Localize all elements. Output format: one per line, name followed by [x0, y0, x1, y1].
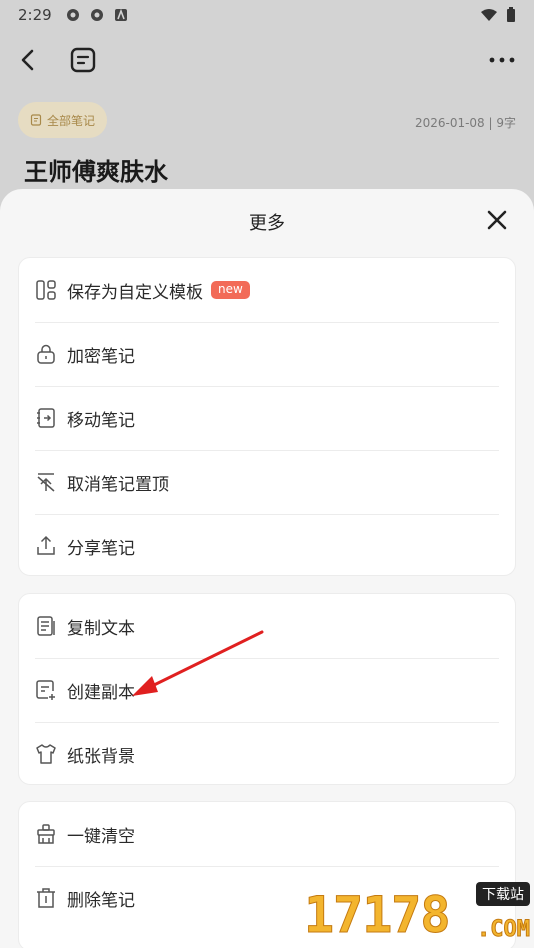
more-options-icon[interactable] — [488, 50, 516, 70]
back-icon[interactable] — [14, 44, 42, 76]
menu-item-label: 纸张背景 — [67, 746, 135, 767]
create-copy-icon — [36, 680, 55, 700]
template-icon — [36, 280, 56, 300]
watermark-logo: 17178 下载站 .COM — [304, 882, 531, 945]
menu-item-label: 加密笔记 — [67, 346, 135, 367]
menu-group-content: 复制文本 创建副本 纸张背景 — [18, 593, 516, 785]
watermark-badge: 下载站 — [476, 882, 530, 906]
app-notification-icon — [90, 9, 103, 21]
trash-icon — [37, 888, 55, 908]
copy-text-item[interactable]: 复制文本 — [19, 594, 515, 658]
status-bar: 2:29 — [0, 0, 534, 30]
notebook-tag-label: 全部笔记 — [47, 113, 96, 128]
close-icon[interactable] — [484, 207, 510, 233]
menu-item-label: 一键清空 — [67, 826, 135, 847]
watermark-com: .COM — [477, 917, 531, 943]
unpin-note-item[interactable]: 取消笔记置顶 — [19, 450, 515, 514]
wifi-icon — [481, 9, 497, 21]
more-options-sheet: 更多 保存为自定义模板 new 加密笔记 移动笔记 取消笔记置顶 分享笔记 复制… — [0, 189, 534, 948]
share-note-item[interactable]: 分享笔记 — [19, 514, 515, 578]
encrypt-note-item[interactable]: 加密笔记 — [19, 322, 515, 386]
create-copy-item[interactable]: 创建副本 — [19, 658, 515, 722]
share-icon — [37, 535, 55, 555]
notebook-tag[interactable]: 全部笔记 — [18, 102, 108, 138]
clear-icon — [37, 824, 55, 844]
menu-item-label: 创建副本 — [67, 682, 135, 703]
save-as-template-item[interactable]: 保存为自定义模板 new — [19, 258, 515, 322]
unpin-icon — [37, 473, 55, 492]
lock-icon — [37, 344, 55, 364]
sheet-title: 更多 — [249, 213, 285, 234]
note-toolbar — [0, 40, 534, 80]
menu-item-label: 删除笔记 — [67, 890, 135, 911]
clear-all-item[interactable]: 一键清空 — [19, 802, 515, 866]
menu-item-label: 移动笔记 — [67, 410, 135, 431]
app-notification-icon — [66, 9, 79, 21]
new-badge: new — [211, 281, 250, 299]
move-note-item[interactable]: 移动笔记 — [19, 386, 515, 450]
menu-item-label: 保存为自定义模板 — [67, 282, 203, 303]
text-notification-icon — [114, 8, 127, 21]
menu-item-label: 分享笔记 — [67, 538, 135, 559]
paper-background-icon — [36, 744, 56, 764]
watermark-digits: 17178 — [304, 886, 452, 945]
status-time: 2:29 — [18, 6, 52, 24]
battery-icon — [507, 7, 515, 22]
note-meta: 2026-01-08 | 9字 — [414, 116, 516, 130]
paper-background-item[interactable]: 纸张背景 — [19, 722, 515, 786]
notebook-icon — [30, 114, 42, 126]
move-icon — [37, 408, 55, 428]
copy-text-icon — [37, 616, 55, 636]
menu-item-label: 取消笔记置顶 — [67, 474, 169, 495]
menu-item-label: 复制文本 — [67, 618, 135, 639]
note-title: 王师傅爽肤水 — [24, 158, 168, 186]
note-format-icon[interactable] — [68, 44, 98, 76]
menu-group-note-actions: 保存为自定义模板 new 加密笔记 移动笔记 取消笔记置顶 分享笔记 — [18, 257, 516, 576]
